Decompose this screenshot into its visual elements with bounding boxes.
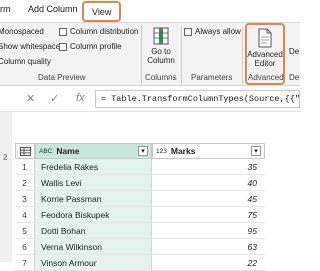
name-cell[interactable]: Dotti Bohan — [35, 223, 152, 239]
cancel-icon[interactable]: ✕ — [26, 92, 35, 105]
checkbox-box — [184, 27, 192, 36]
marks-cell[interactable]: 75 — [152, 207, 265, 223]
row-number[interactable]: 5 — [15, 223, 35, 239]
monospaced-label: Monospaced — [0, 27, 44, 36]
query-pane-item[interactable]: 2 — [0, 150, 12, 166]
advanced-editor-icon — [258, 28, 272, 48]
group-divider — [181, 26, 182, 84]
table-row: 4 Feodora Biskupek 75 — [15, 207, 265, 223]
show-whitespace-option[interactable]: Show whitespace — [0, 42, 60, 51]
checkbox-box — [59, 27, 67, 36]
column-distribution-checkbox[interactable]: Column distribution — [59, 27, 138, 36]
advanced-editor-label-line1: Advanced — [247, 50, 283, 59]
marks-cell[interactable]: 63 — [152, 239, 265, 255]
go-to-column-button[interactable]: Go to Column — [143, 25, 179, 65]
marks-cell[interactable]: 35 — [152, 159, 265, 175]
monospaced-option[interactable]: Monospaced — [0, 27, 44, 36]
group-label-parameters: Parameters — [191, 73, 233, 82]
go-to-label-line2: Column — [147, 56, 175, 65]
table-row: 2 Wallis Levi 40 — [15, 175, 265, 191]
name-cell[interactable]: Fredelia Rakes — [35, 159, 152, 175]
column-header-marks-label: Marks — [170, 146, 196, 156]
name-cell[interactable]: Feodora Biskupek — [35, 207, 152, 223]
table-row: 1 Fredelia Rakes 35 — [15, 159, 265, 175]
table-grid-icon — [19, 146, 31, 156]
table-row: 6 Verna Wilkinson 63 — [15, 239, 265, 255]
row-number[interactable]: 2 — [15, 175, 35, 191]
row-number[interactable]: 1 — [15, 159, 35, 175]
column-header-marks[interactable]: 123 Marks ▾ — [152, 143, 265, 159]
column-header-name-label: Name — [56, 146, 80, 156]
name-cell[interactable]: Korrie Passman — [35, 191, 152, 207]
formula-bar: ✕ ✓ fx = Table.TransformColumnTypes(Sour… — [0, 86, 300, 112]
row-number[interactable]: 6 — [15, 239, 35, 255]
column-distribution-label: Column distribution — [70, 27, 139, 36]
filter-dropdown-icon[interactable]: ▾ — [251, 146, 261, 156]
column-quality-label: Column quality — [0, 57, 51, 66]
group-divider — [141, 26, 142, 84]
group-label-columns: Columns — [145, 73, 177, 82]
group-label-advanced: Advanced — [248, 73, 284, 82]
tab-add-column[interactable]: Add Column — [28, 4, 78, 14]
group-divider — [242, 26, 243, 84]
ribbon-tab-strip: rm Add Column View — [0, 0, 300, 22]
table-row: 3 Korrie Passman 45 — [15, 191, 265, 207]
advanced-editor-label-line2: Editor — [254, 59, 276, 68]
show-whitespace-label: Show whitespace — [0, 42, 61, 51]
table-row: 5 Dotti Bohan 95 — [15, 223, 265, 239]
checkbox-box — [59, 42, 67, 51]
table-menu-button[interactable] — [15, 143, 35, 159]
always-allow-label: Always allow — [195, 27, 241, 36]
table-row: 7 Vinson Armour 22 — [15, 255, 265, 271]
row-number[interactable]: 7 — [15, 255, 35, 271]
column-header-name[interactable]: ABC Name ▾ — [35, 143, 152, 159]
group-label-data-preview: Data Preview — [38, 73, 86, 82]
name-cell[interactable]: Verna Wilkinson — [35, 239, 152, 255]
tab-view[interactable]: View — [82, 1, 122, 22]
dependencies-label-cut: De — [289, 47, 300, 56]
advanced-editor-button[interactable]: Advanced Editor — [245, 25, 285, 68]
group-label-dependencies-cut: De — [289, 73, 300, 82]
marks-cell[interactable]: 22 — [152, 255, 265, 271]
go-to-label-line1: Go to — [151, 47, 171, 56]
marks-cell[interactable]: 95 — [152, 223, 265, 239]
row-number[interactable]: 3 — [15, 191, 35, 207]
marks-cell[interactable]: 45 — [152, 191, 265, 207]
go-to-column-icon — [153, 27, 169, 45]
ribbon: Monospaced Show whitespace Column qualit… — [0, 22, 300, 86]
name-cell[interactable]: Wallis Levi — [35, 175, 152, 191]
queries-pane-collapsed: 2 — [0, 112, 12, 262]
confirm-icon[interactable]: ✓ — [50, 92, 59, 105]
column-profile-label: Column profile — [70, 42, 122, 51]
tab-transform[interactable]: rm — [0, 4, 11, 14]
filter-dropdown-icon[interactable]: ▾ — [138, 146, 148, 156]
formula-input[interactable]: = Table.TransformColumnTypes(Source,{{"N… — [95, 90, 300, 108]
number-type-icon[interactable]: 123 — [156, 148, 167, 155]
always-allow-checkbox[interactable]: Always allow — [184, 27, 241, 36]
text-type-icon[interactable]: ABC — [39, 148, 52, 155]
table-header: ABC Name ▾ 123 Marks ▾ — [15, 143, 265, 159]
dependencies-button-cut[interactable]: De — [289, 47, 303, 56]
name-cell[interactable]: Vinson Armour — [35, 255, 152, 271]
column-quality-option[interactable]: Column quality — [0, 57, 51, 66]
fx-icon[interactable]: fx — [76, 92, 85, 104]
row-number[interactable]: 4 — [15, 207, 35, 223]
marks-cell[interactable]: 40 — [152, 175, 265, 191]
column-profile-checkbox[interactable]: Column profile — [59, 42, 122, 51]
